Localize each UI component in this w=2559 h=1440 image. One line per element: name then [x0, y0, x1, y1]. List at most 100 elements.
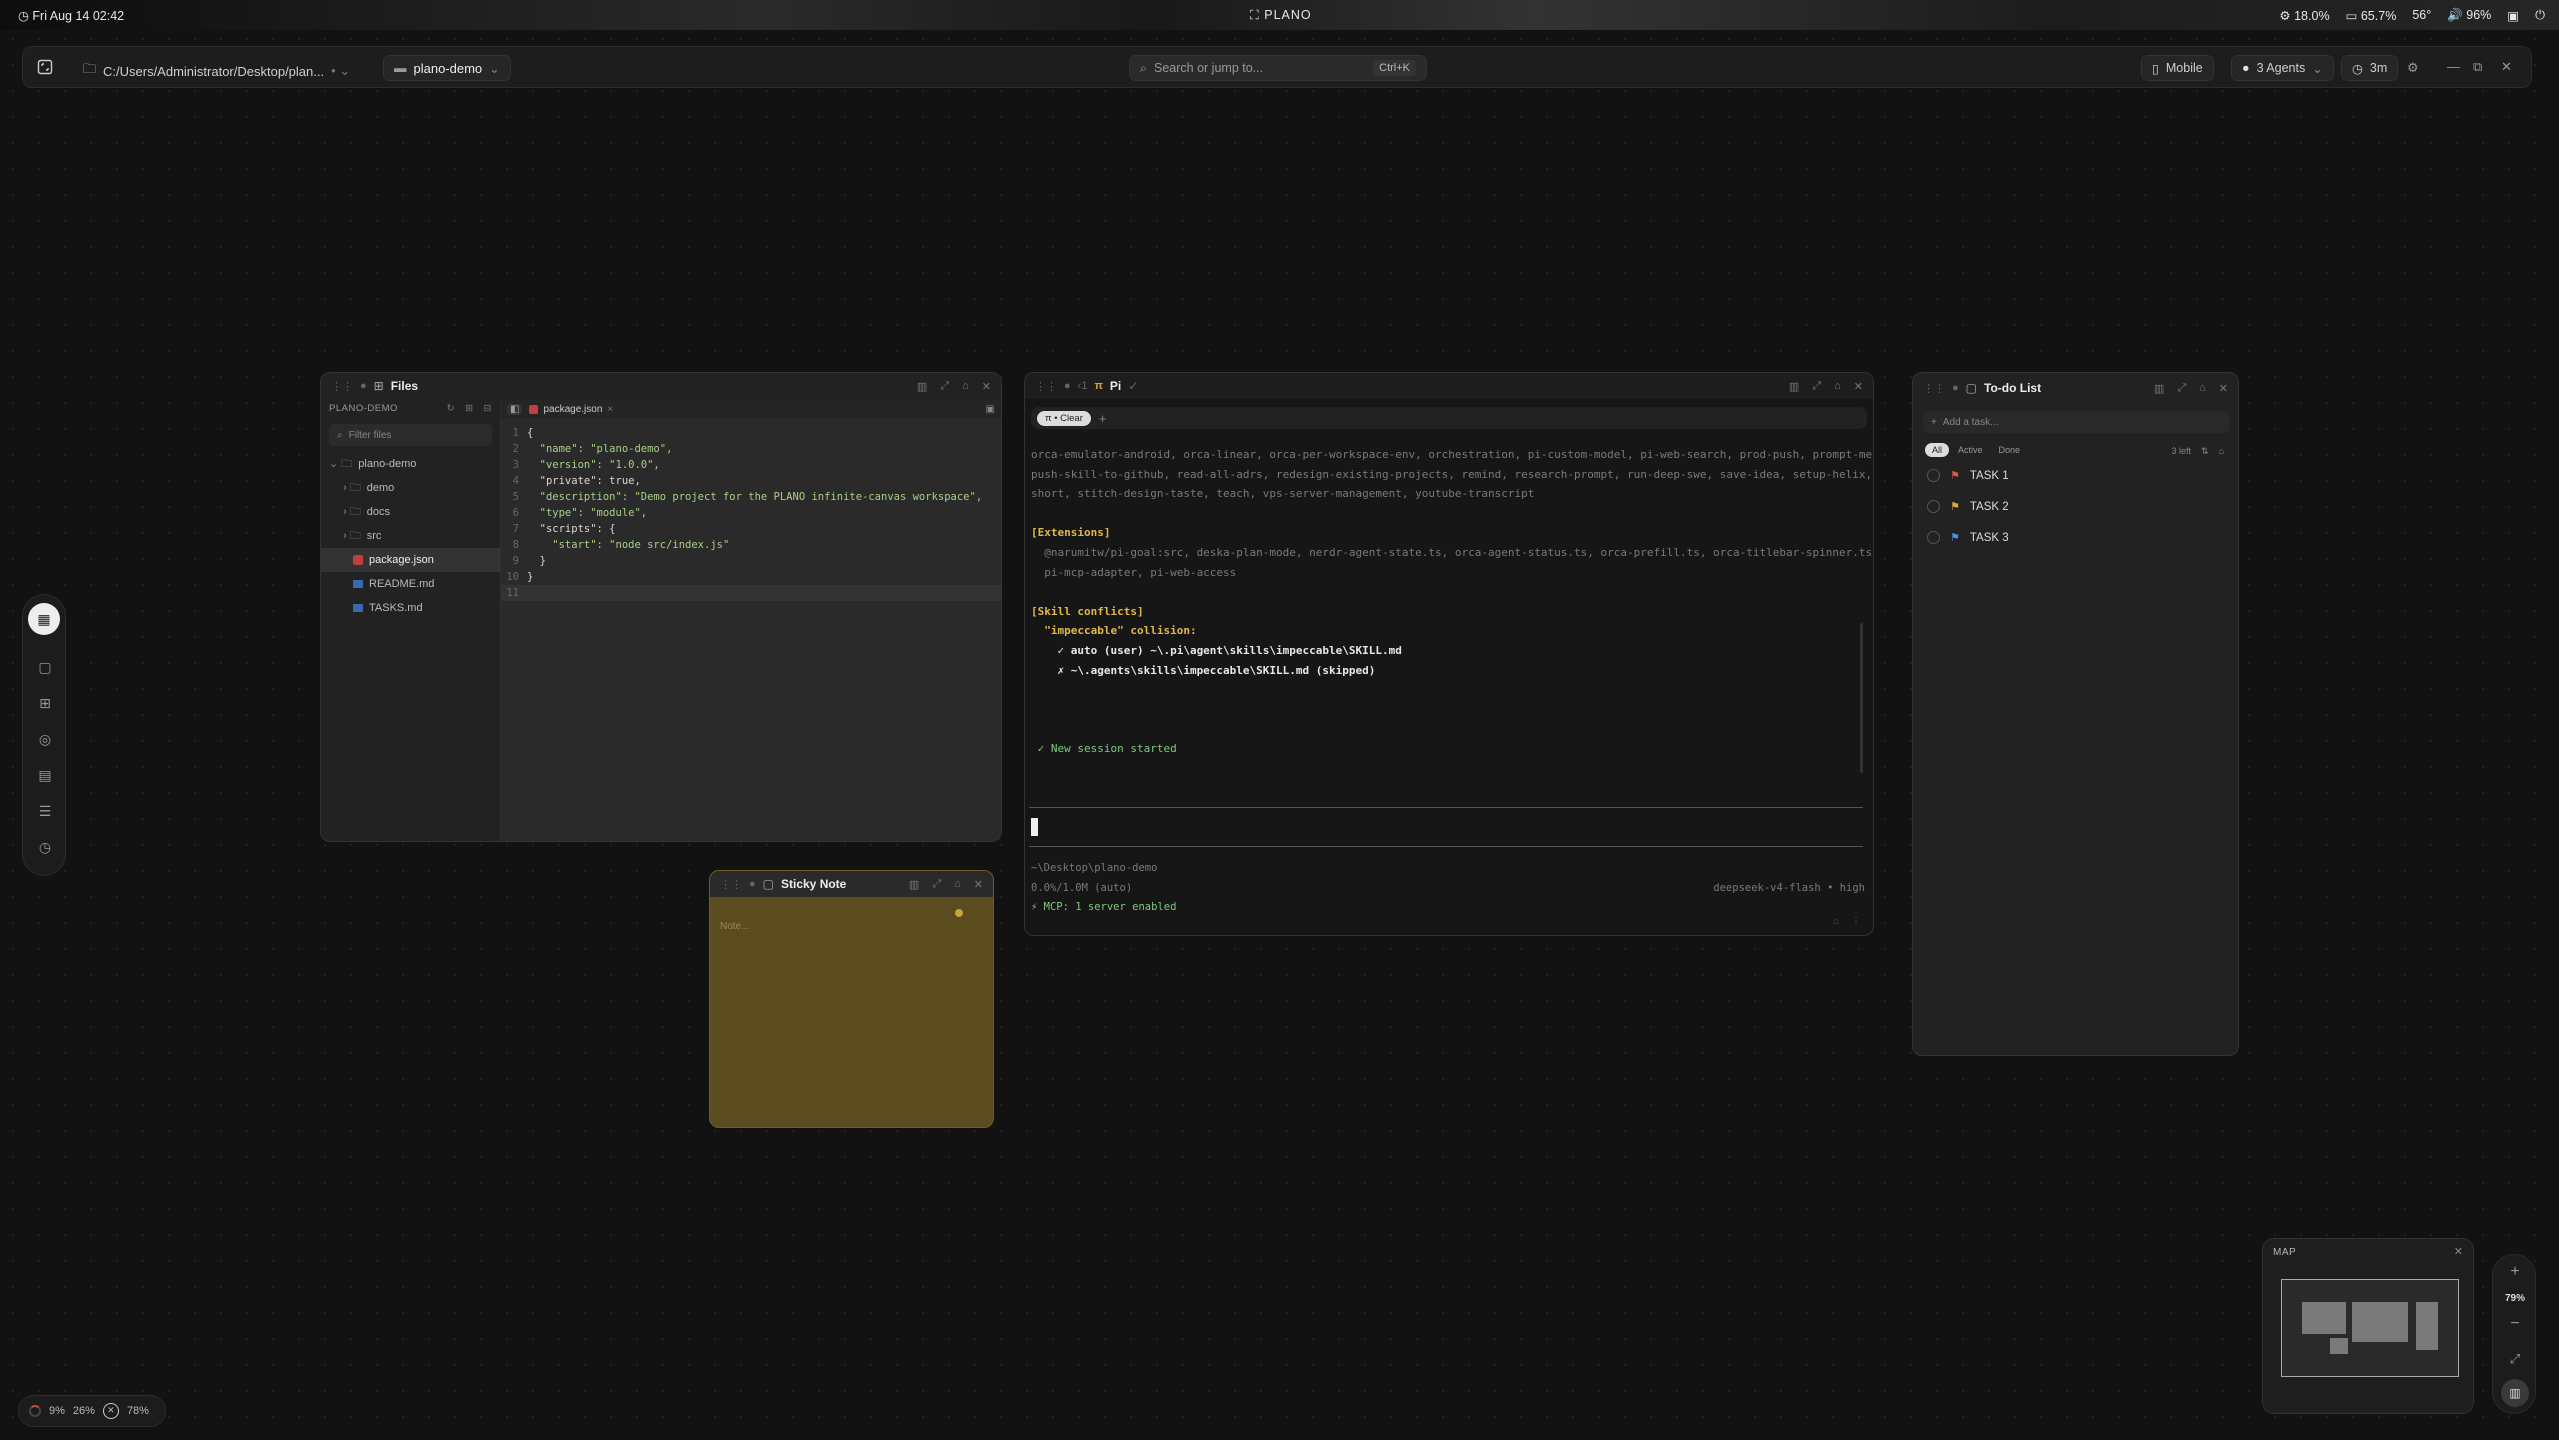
save-icon[interactable]: ▣: [986, 404, 995, 415]
close-icon[interactable]: ✕: [1854, 380, 1863, 393]
clear-button[interactable]: π • Clear: [1037, 410, 1091, 426]
tree-item[interactable]: README.md: [321, 572, 500, 596]
power-icon[interactable]: ⏻: [2535, 8, 2545, 23]
fit-view-icon[interactable]: ⤢: [2493, 1351, 2537, 1367]
clear-done-icon[interactable]: ⌂: [2219, 446, 2224, 457]
split-icon[interactable]: ▥: [917, 380, 927, 393]
task-item[interactable]: ⚑ TASK 3: [1927, 531, 2009, 544]
filter-files-input[interactable]: ⌕ Filter files: [329, 424, 492, 446]
expand-icon[interactable]: ⤢: [1812, 380, 1821, 393]
terminal-header[interactable]: ⋮⋮ ● ‹1 π Pi ✓ ▥ ⤢ ⌂ ✕: [1025, 373, 1873, 399]
drag-handle-icon[interactable]: ⋮⋮: [1035, 380, 1057, 393]
code-area[interactable]: 1{2 "name": "plano-demo", 3 "version": "1…: [501, 419, 1001, 601]
split-icon[interactable]: ▥: [1789, 380, 1799, 393]
memory-indicator[interactable]: ▭ 65.7%: [2346, 8, 2397, 23]
expand-icon[interactable]: ⤢: [940, 380, 949, 393]
split-icon[interactable]: ▥: [2154, 382, 2164, 395]
tree-item[interactable]: ⌄ 🗀 plano-demo: [321, 452, 500, 476]
tree-item[interactable]: › 🗀 demo: [321, 476, 500, 500]
todo-header[interactable]: ⋮⋮ ● ▢ To-do List ▥ ⤢ ⌂ ✕: [1913, 373, 2238, 403]
zoom-out-icon[interactable]: −: [2493, 1315, 2537, 1333]
minimap-viewport[interactable]: [2281, 1279, 2459, 1377]
close-icon[interactable]: ✕: [2454, 1245, 2463, 1258]
search-box[interactable]: ⌕ Search or jump to... Ctrl+K: [1129, 55, 1427, 81]
sort-icon[interactable]: ⇅: [2201, 446, 2209, 457]
add-task-input[interactable]: + Add a task...: [1923, 411, 2230, 433]
drag-handle-icon[interactable]: ⋮⋮: [720, 878, 742, 891]
agents-button[interactable]: ● 3 Agents ⌄: [2231, 55, 2334, 81]
close-icon[interactable]: ✕: [2219, 382, 2228, 395]
home-icon[interactable]: ⌂: [1833, 916, 1839, 927]
restore-icon[interactable]: ⧉: [2473, 59, 2482, 75]
flag-icon[interactable]: ⚑: [1950, 500, 1960, 513]
pin-icon[interactable]: ⌂: [1834, 380, 1841, 393]
drag-handle-icon[interactable]: ⋮⋮: [331, 380, 353, 393]
zoom-in-icon[interactable]: +: [2493, 1263, 2537, 1281]
terminal-output[interactable]: orca-emulator-android, orca-linear, orca…: [1031, 445, 1873, 759]
tab-package-json[interactable]: package.json ×: [529, 404, 613, 415]
expand-icon[interactable]: ⤢: [932, 878, 941, 891]
note-textarea[interactable]: Note...: [720, 921, 749, 932]
collapse-icon[interactable]: ⊟: [484, 403, 492, 414]
sidebar-toggle-icon[interactable]: [37, 59, 53, 75]
sticky-note-header[interactable]: ⋮⋮ ● ▢ Sticky Note ▥ ⤢ ⌂ ✕: [710, 871, 993, 897]
files-icon[interactable]: ⊞: [33, 691, 57, 715]
project-selector[interactable]: ▬ plano-demo ⌄: [383, 55, 511, 81]
minimap[interactable]: MAP ✕: [2262, 1238, 2474, 1414]
task-checkbox[interactable]: [1927, 469, 1940, 482]
tree-item[interactable]: TASKS.md: [321, 596, 500, 620]
project-pill[interactable]: ▬ plano-demo ⌄: [383, 55, 511, 81]
tree-item[interactable]: package.json: [321, 548, 500, 572]
volume-indicator[interactable]: 🔊 96%: [2447, 8, 2491, 23]
map-toggle-icon[interactable]: ▥: [2501, 1379, 2529, 1407]
pin-icon[interactable]: ⌂: [2199, 382, 2206, 395]
tree-item[interactable]: › 🗀 docs: [321, 500, 500, 524]
checklist-icon[interactable]: ☰: [33, 799, 57, 823]
task-item[interactable]: ⚑ TASK 2: [1927, 500, 2009, 513]
task-item[interactable]: ⚑ TASK 1: [1927, 469, 2009, 482]
close-icon[interactable]: ✕: [974, 878, 983, 891]
filter-done[interactable]: Done: [1992, 443, 2028, 457]
close-icon[interactable]: ✕: [2501, 59, 2512, 75]
files-panel-header[interactable]: ⋮⋮ ● ⊞ Files ▥ ⤢ ⌂ ✕: [321, 373, 1001, 399]
timer-button[interactable]: ◷ 3m: [2341, 55, 2399, 81]
close-icon[interactable]: ✕: [982, 380, 991, 393]
globe-icon[interactable]: ◎: [33, 727, 57, 751]
add-tab-icon[interactable]: +: [1099, 411, 1107, 426]
sidebar-toggle-icon[interactable]: ◧: [507, 403, 523, 415]
color-picker-icon[interactable]: [955, 909, 963, 917]
new-file-icon[interactable]: ⊞: [465, 403, 473, 414]
more-icon[interactable]: ⋮: [1851, 916, 1861, 927]
refresh-icon[interactable]: ↻: [447, 403, 455, 414]
timer-icon[interactable]: ◷: [33, 835, 57, 859]
pin-icon[interactable]: ⌂: [962, 380, 969, 393]
task-checkbox[interactable]: [1927, 500, 1940, 513]
minimize-icon[interactable]: —: [2447, 59, 2460, 74]
tree-item-label: TASKS.md: [369, 602, 423, 614]
flag-icon[interactable]: ⚑: [1950, 469, 1960, 482]
pin-icon[interactable]: ⌂: [954, 878, 961, 891]
drag-handle-icon[interactable]: ⋮⋮: [1923, 382, 1945, 395]
close-icon[interactable]: ×: [607, 404, 613, 415]
search-input[interactable]: ⌕ Search or jump to... Ctrl+K: [1129, 55, 1427, 81]
tree-item[interactable]: › 🗀 src: [321, 524, 500, 548]
resource-stats[interactable]: 9% 26% ✕ 78%: [18, 1395, 166, 1427]
expand-icon[interactable]: ⤢: [2177, 382, 2186, 395]
path-selector[interactable]: 🗀 C:/Users/Administrator/Desktop/plan...…: [83, 60, 350, 82]
terminal-icon[interactable]: ▢: [33, 655, 57, 679]
task-checkbox[interactable]: [1927, 531, 1940, 544]
mobile-button[interactable]: ▯ Mobile: [2141, 55, 2214, 81]
split-icon[interactable]: ▥: [909, 878, 919, 891]
zoom-level[interactable]: 79%: [2493, 1293, 2537, 1304]
grid-icon[interactable]: ▦: [28, 603, 60, 635]
cpu-indicator[interactable]: ⚙ 18.0%: [2279, 8, 2329, 23]
terminal-scrollbar[interactable]: [1860, 623, 1863, 773]
filter-all[interactable]: All: [1925, 443, 1950, 457]
filter-active[interactable]: Active: [1951, 443, 1990, 457]
terminal-input[interactable]: [1029, 807, 1863, 847]
screen-icon[interactable]: ▣: [2507, 8, 2519, 23]
settings-icon[interactable]: ⚙: [2407, 60, 2419, 76]
flag-icon[interactable]: ⚑: [1950, 531, 1960, 544]
note-icon[interactable]: ▤: [33, 763, 57, 787]
